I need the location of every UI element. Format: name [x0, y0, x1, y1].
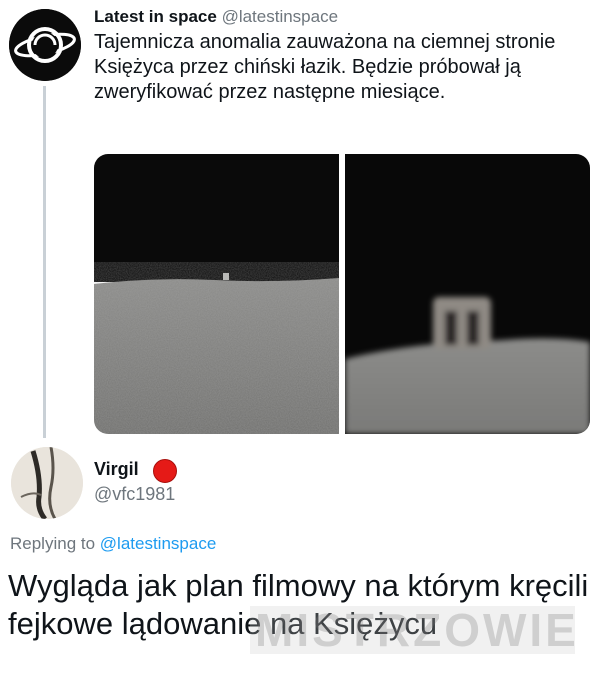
replying-to-line: Replying to @latestinspace	[10, 534, 216, 554]
latestinspace-avatar[interactable]	[9, 9, 81, 81]
virgil-avatar[interactable]	[11, 447, 83, 519]
original-tweet: Latest in space @latestinspace Tajemnicz…	[0, 0, 600, 440]
reply-author-handle[interactable]: @vfc1981	[94, 484, 175, 505]
tweet-text: Tajemnicza anomalia zauważona na ciemnej…	[94, 31, 556, 103]
watermark-text: MISTRZOWIE	[255, 604, 579, 656]
tweet-header: Latest in space @latestinspace	[94, 7, 338, 27]
replying-prefix: Replying to	[10, 534, 96, 553]
planet-logo-icon	[9, 9, 81, 81]
reply-author-name[interactable]: Virgil	[94, 459, 139, 480]
author-handle[interactable]: @latestinspace	[222, 7, 339, 26]
red-circle-icon	[153, 459, 177, 483]
cracked-portrait-icon	[11, 447, 83, 519]
replying-mention-link[interactable]: @latestinspace	[100, 534, 217, 553]
author-name[interactable]: Latest in space	[94, 7, 217, 26]
tweet-media[interactable]	[94, 154, 590, 434]
lunar-landscape-image	[94, 154, 339, 434]
zoomed-anomaly-image	[345, 154, 590, 434]
thread-connector-line	[43, 86, 46, 438]
